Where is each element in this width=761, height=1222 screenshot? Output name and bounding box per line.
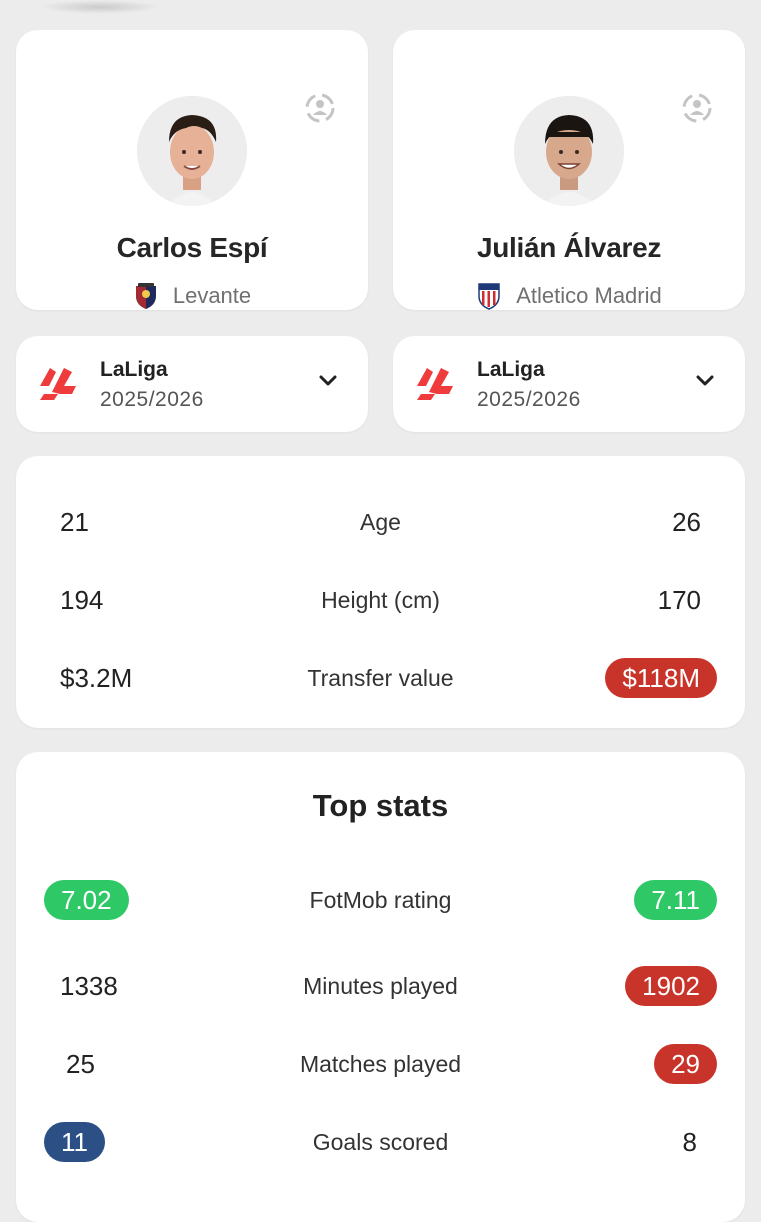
club-info[interactable]: Levante (16, 282, 368, 310)
levante-crest-icon (135, 283, 156, 309)
left-value-highlight: 11 (44, 1122, 105, 1162)
atletico-madrid-crest-icon (478, 283, 500, 310)
stat-row-height: Height (cm) 194 170 (16, 580, 745, 620)
league-name: LaLiga (477, 358, 545, 381)
stat-label: Age (360, 509, 401, 535)
laliga-logo-icon (417, 368, 453, 400)
scroll-shadow (40, 0, 160, 14)
club-name: Levante (172, 283, 252, 308)
left-value: $3.2M (60, 663, 133, 693)
right-value-highlight: 29 (654, 1044, 717, 1084)
swap-player-icon[interactable] (675, 86, 719, 130)
stat-row-age: Age 21 26 (16, 502, 745, 542)
stat-row-transfer-value: Transfer value $3.2M $118M (16, 658, 745, 698)
laliga-logo-icon (40, 368, 76, 400)
stat-row-fotmob-rating[interactable]: FotMob rating 7.02 7.11 (16, 880, 745, 920)
chevron-down-icon[interactable] (318, 374, 338, 388)
player-name: Carlos Espí (116, 232, 268, 263)
swap-player-icon[interactable] (298, 86, 342, 130)
right-value: 26 (672, 507, 701, 537)
club-name: Atletico Madrid (516, 283, 662, 308)
league-season: 2025/2026 (477, 388, 581, 411)
player-bio-comparison: Age 21 26 Height (cm) 194 170 Transfer v… (16, 456, 745, 728)
left-value: 1338 (60, 971, 118, 1001)
player-name: Julián Álvarez (476, 232, 662, 263)
stat-label: Goals scored (312, 1129, 449, 1155)
stat-row-goals-scored[interactable]: Goals scored 11 8 (16, 1122, 745, 1162)
league-selector-left[interactable]: LaLiga 2025/2026 (16, 336, 368, 432)
stat-row-matches-played[interactable]: Matches played 25 29 (16, 1044, 745, 1084)
left-value: 21 (60, 507, 89, 537)
top-stats-section: Top stats FotMob rating 7.02 7.11 Minute… (16, 752, 745, 1222)
league-name: LaLiga (100, 358, 168, 381)
player-card-left[interactable]: Carlos Espí Levante (16, 30, 368, 310)
left-value-highlight: 7.02 (44, 880, 129, 920)
left-value: 194 (60, 585, 104, 615)
right-value: 170 (657, 585, 701, 615)
right-value-highlight: $118M (605, 658, 717, 698)
player-card-right[interactable]: Julián Álvarez Atletico Madrid (393, 30, 745, 310)
club-info[interactable]: Atletico Madrid (393, 282, 745, 310)
player-avatar (137, 96, 247, 206)
stat-label: Matches played (299, 1051, 462, 1077)
right-value-highlight: 1902 (625, 966, 717, 1006)
right-value: 8 (682, 1127, 697, 1157)
player-avatar (514, 96, 624, 206)
chevron-down-icon[interactable] (695, 374, 715, 388)
league-selector-right[interactable]: LaLiga 2025/2026 (393, 336, 745, 432)
league-season: 2025/2026 (100, 388, 204, 411)
right-value-highlight: 7.11 (634, 880, 717, 920)
stat-row-minutes-played[interactable]: Minutes played 1338 1902 (16, 966, 745, 1006)
left-value: 25 (66, 1049, 95, 1079)
stat-label: Height (cm) (321, 587, 440, 613)
section-title: Top stats (312, 788, 449, 823)
